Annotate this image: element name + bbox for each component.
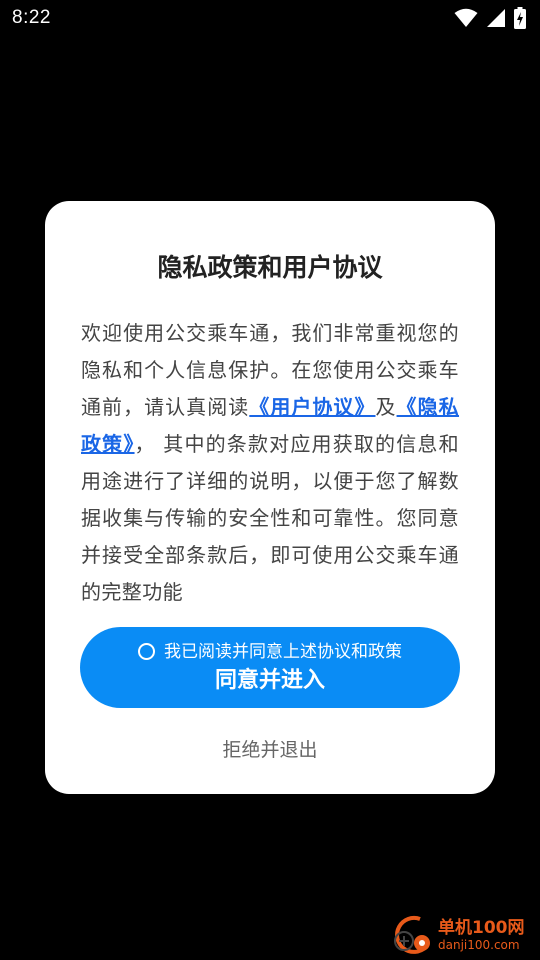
watermark-logo-icon bbox=[394, 915, 430, 954]
privacy-dialog: 隐私政策和用户协议 欢迎使用公交乘车通，我们非常重视您的隐私和个人信息保护。在您… bbox=[45, 201, 495, 794]
watermark-text: 单机100网 danji100.com bbox=[438, 918, 525, 952]
consent-checkbox-row[interactable]: 我已阅读并同意上述协议和政策 bbox=[138, 641, 402, 663]
consent-label: 我已阅读并同意上述协议和政策 bbox=[164, 641, 402, 662]
status-icons bbox=[454, 7, 526, 29]
wifi-icon bbox=[454, 8, 478, 27]
agree-and-enter-button[interactable]: 我已阅读并同意上述协议和政策 同意并进入 bbox=[80, 627, 460, 708]
battery-charging-icon bbox=[514, 7, 526, 29]
user-agreement-link[interactable]: 《用户协议》 bbox=[249, 395, 375, 419]
watermark: 单机100网 danji100.com bbox=[390, 910, 540, 960]
cellular-signal-icon bbox=[487, 9, 505, 27]
dialog-title: 隐私政策和用户协议 bbox=[157, 253, 383, 282]
radio-unchecked-icon[interactable] bbox=[138, 643, 155, 660]
status-bar: 8:22 bbox=[0, 0, 540, 36]
status-time: 8:22 bbox=[12, 7, 51, 28]
body-text-after: ， 其中的条款对应用获取的信息和用途进行了详细的说明，以便于您了解数据收集与传输… bbox=[81, 432, 459, 604]
watermark-name: 单机100网 bbox=[438, 918, 525, 938]
dialog-body: 欢迎使用公交乘车通，我们非常重视您的隐私和个人信息保护。在您使用公交乘车通前，请… bbox=[81, 315, 459, 611]
agree-button-label: 同意并进入 bbox=[214, 667, 325, 693]
watermark-url: danji100.com bbox=[438, 938, 520, 952]
body-connector: 及 bbox=[375, 395, 397, 419]
reject-and-exit-button[interactable]: 拒绝并退出 bbox=[45, 735, 495, 765]
